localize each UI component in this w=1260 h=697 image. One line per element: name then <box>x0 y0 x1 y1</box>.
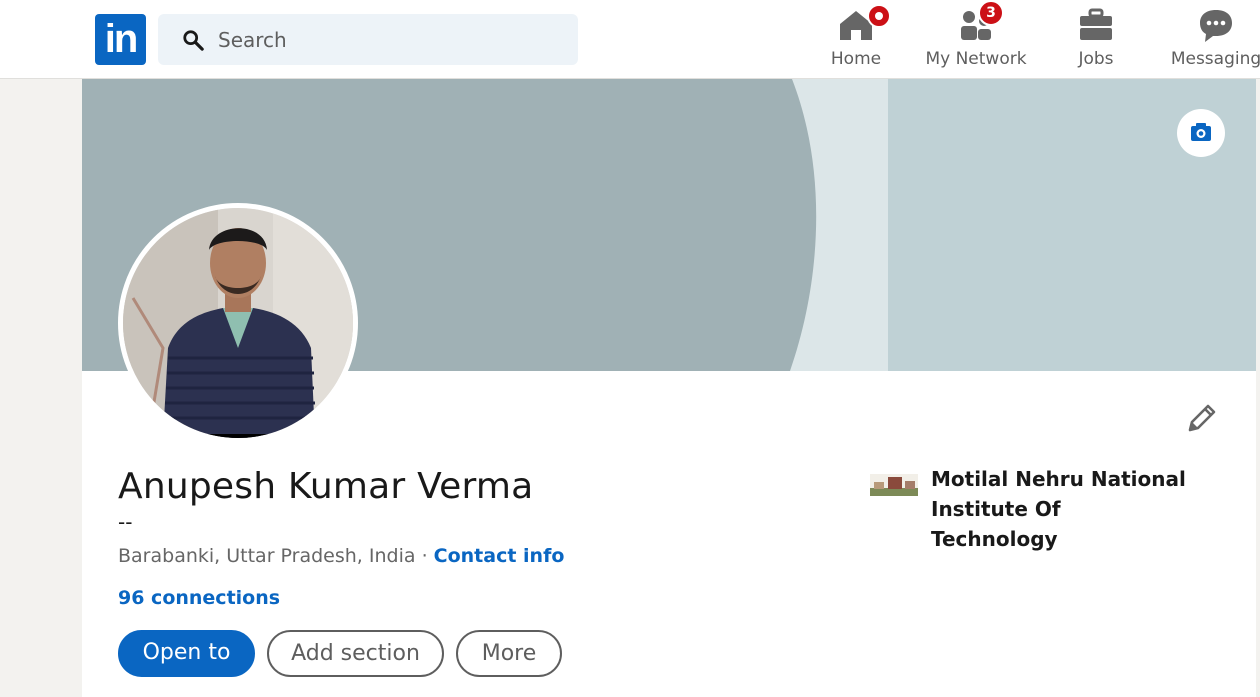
profile-location: Barabanki, Uttar Pradesh, India <box>118 545 416 567</box>
briefcase-icon <box>1076 6 1116 44</box>
global-nav: in Home 3 My Netw <box>0 0 1260 79</box>
edit-intro-button[interactable] <box>1182 400 1220 438</box>
nav-jobs-label: Jobs <box>1078 49 1114 69</box>
nav-messaging-label: Messaging <box>1170 49 1260 69</box>
more-button[interactable]: More <box>456 630 562 677</box>
network-badge: 3 <box>978 0 1004 26</box>
nav-home[interactable]: Home <box>826 4 891 72</box>
school-name: Motilal Nehru National Institute Of Tech… <box>931 467 1186 551</box>
profile-location-row: Barabanki, Uttar Pradesh, India · Contac… <box>118 545 564 567</box>
edit-cover-button[interactable] <box>1177 109 1225 157</box>
notification-dot <box>867 4 891 28</box>
home-icon <box>836 4 891 44</box>
open-to-button[interactable]: Open to <box>118 630 255 677</box>
school-logo <box>870 474 918 496</box>
add-section-button[interactable]: Add section <box>267 630 444 677</box>
connections-link[interactable]: 96 connections <box>118 587 280 609</box>
profile-headline: -- <box>118 510 133 534</box>
linkedin-logo[interactable]: in <box>95 14 146 65</box>
network-icon: 3 <box>956 0 1004 44</box>
pencil-icon <box>1188 404 1216 432</box>
nav-jobs[interactable]: Jobs <box>1070 6 1122 72</box>
contact-info-link[interactable]: Contact info <box>434 545 565 567</box>
camera-icon <box>1191 123 1211 141</box>
nav-home-label: Home <box>830 49 882 69</box>
search-box[interactable] <box>158 14 578 65</box>
profile-photo[interactable] <box>118 203 358 443</box>
search-icon <box>183 30 204 51</box>
nav-my-network[interactable]: 3 My Network <box>922 0 1030 72</box>
separator-dot: · <box>421 545 428 567</box>
nav-messaging[interactable]: Messaging <box>1170 6 1260 72</box>
search-input[interactable] <box>218 14 568 65</box>
profile-name: Anupesh Kumar Verma <box>118 466 534 507</box>
nav-my-network-label: My Network <box>925 49 1027 69</box>
messaging-icon <box>1196 6 1236 44</box>
profile-photo-image <box>123 208 353 438</box>
